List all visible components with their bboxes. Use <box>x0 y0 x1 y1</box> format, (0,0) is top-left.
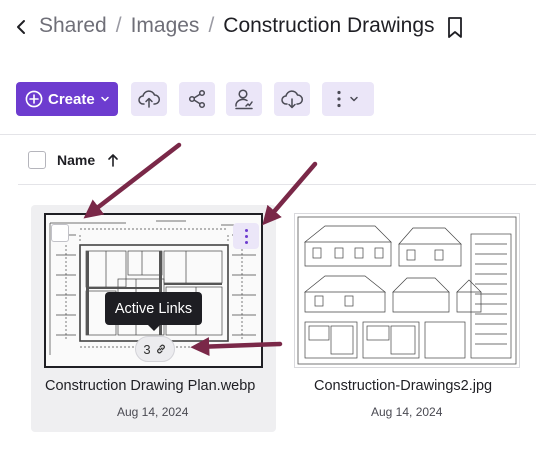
tooltip-text: Active Links <box>114 300 193 317</box>
active-links-badge[interactable]: 3 <box>135 336 175 362</box>
back-button[interactable] <box>10 16 32 38</box>
upload-button[interactable] <box>131 82 167 116</box>
select-all-checkbox[interactable] <box>28 151 46 169</box>
user-sign-icon <box>235 89 253 110</box>
links-count: 3 <box>143 341 151 357</box>
more-vertical-icon <box>337 90 341 108</box>
more-actions-button[interactable] <box>322 82 374 116</box>
breadcrumb-separator: / <box>115 14 122 37</box>
bookmark-icon <box>448 17 462 38</box>
arrow-up-icon[interactable] <box>107 153 119 167</box>
file-date: Aug 14, 2024 <box>371 405 443 419</box>
cloud-upload-icon <box>138 90 160 108</box>
file-select-checkbox[interactable] <box>51 224 69 242</box>
plus-circle-icon <box>25 90 43 108</box>
breadcrumb-link-images[interactable]: Images <box>131 14 200 38</box>
chevron-down-icon <box>350 96 358 102</box>
file-actions-menu-button[interactable] <box>233 223 259 249</box>
more-vertical-icon <box>244 228 248 232</box>
chevron-left-icon <box>17 20 25 34</box>
elevation-drawing-thumbnail-image <box>295 214 519 367</box>
file-thumbnail[interactable] <box>294 213 520 368</box>
toolbar: Create <box>16 82 374 116</box>
active-links-tooltip: Active Links <box>105 292 202 331</box>
create-button-label: Create <box>48 90 95 108</box>
breadcrumb: Shared / Images / Construction Drawings <box>39 14 435 38</box>
request-signature-button[interactable] <box>226 82 262 116</box>
header: Shared / Images / Construction Drawings <box>0 0 536 56</box>
chevron-down-icon <box>100 96 109 102</box>
sort-by-name-label[interactable]: Name <box>57 152 95 168</box>
cloud-download-icon <box>281 90 303 109</box>
share-button[interactable] <box>179 82 215 116</box>
share-icon <box>188 89 206 109</box>
file-name[interactable]: Construction-Drawings2.jpg <box>314 378 492 394</box>
link-icon <box>156 344 165 354</box>
list-header: Name <box>28 149 119 171</box>
create-button[interactable]: Create <box>16 82 118 116</box>
bookmark-button[interactable] <box>446 16 464 40</box>
file-name[interactable]: Construction Drawing Plan.webp <box>45 378 255 394</box>
breadcrumb-separator: / <box>208 14 215 37</box>
page-title: Construction Drawings <box>223 14 435 37</box>
file-date: Aug 14, 2024 <box>117 405 189 419</box>
divider <box>0 134 536 135</box>
breadcrumb-link-shared[interactable]: Shared <box>39 14 107 38</box>
divider <box>18 184 536 185</box>
download-button[interactable] <box>274 82 310 116</box>
